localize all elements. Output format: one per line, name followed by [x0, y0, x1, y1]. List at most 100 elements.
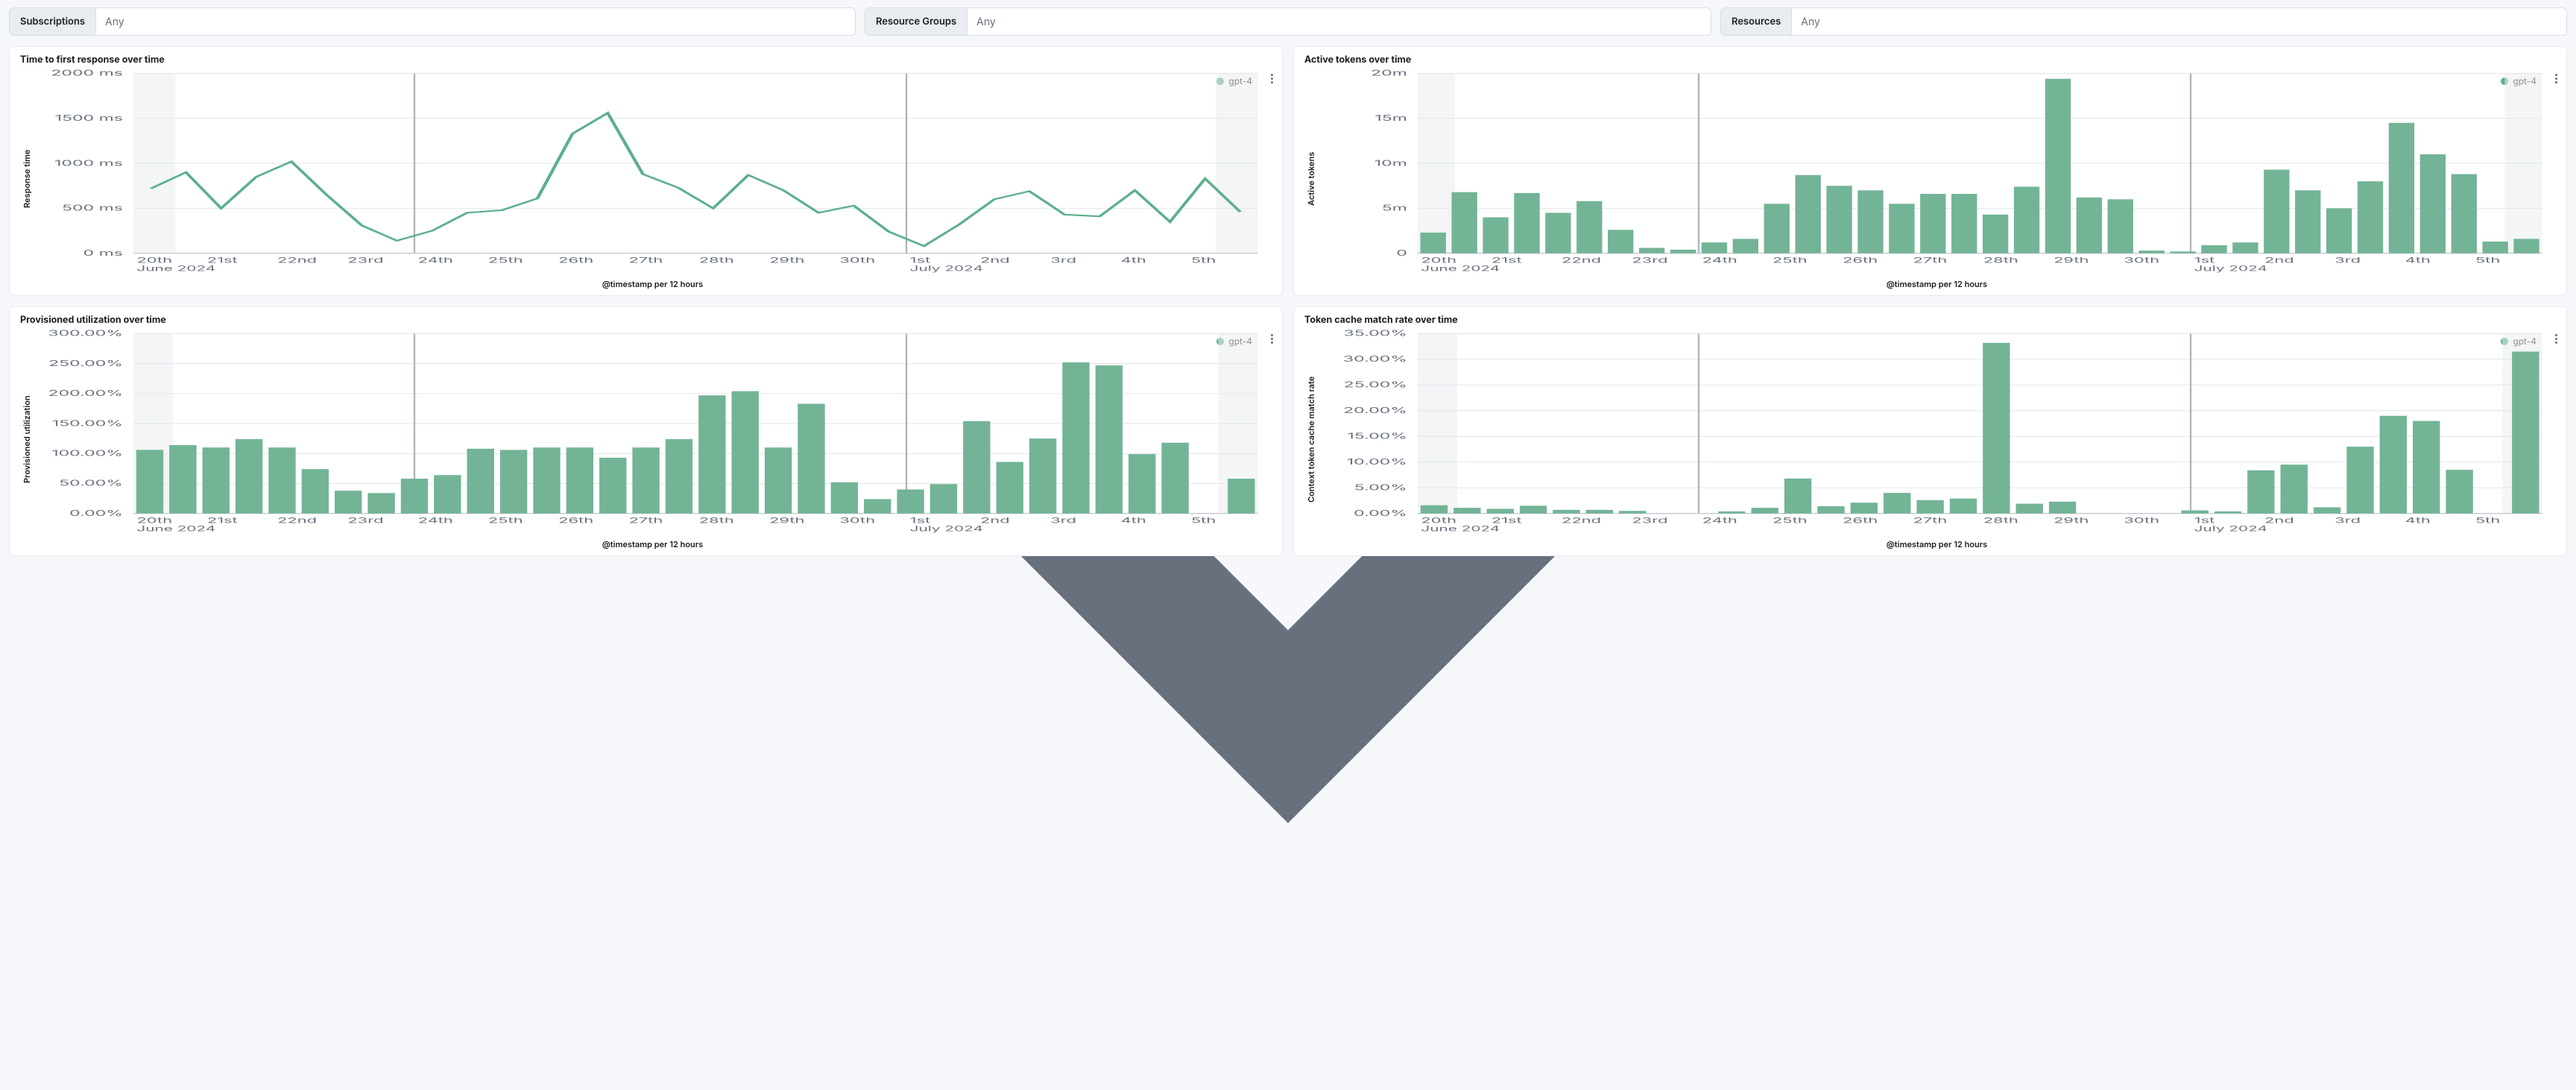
- svg-text:23rd: 23rd: [347, 256, 383, 265]
- svg-text:24th: 24th: [1702, 516, 1737, 526]
- svg-text:July 2024: July 2024: [2194, 264, 2267, 273]
- svg-text:0: 0: [1396, 248, 1407, 258]
- svg-text:22nd: 22nd: [277, 256, 317, 265]
- svg-text:3rd: 3rd: [2334, 256, 2361, 265]
- svg-text:5th: 5th: [1191, 256, 1216, 265]
- svg-text:21st: 21st: [1491, 516, 1523, 526]
- chart-svg: 0.00% 5.00% 10.00% 15.00% 20.00% 25.00% 30.00%…: [1318, 329, 2556, 538]
- svg-text:30th: 30th: [2124, 516, 2159, 526]
- svg-text:21st: 21st: [207, 256, 239, 265]
- x-axis-label: @timestamp per 12 hours: [34, 539, 1272, 549]
- svg-text:1000 ms: 1000 ms: [54, 159, 123, 168]
- svg-text:3rd: 3rd: [1050, 516, 1076, 526]
- svg-text:30th: 30th: [839, 516, 875, 526]
- svg-text:5.00%: 5.00%: [1354, 483, 1407, 493]
- svg-text:28th: 28th: [699, 516, 734, 526]
- svg-text:30.00%: 30.00%: [1343, 355, 1407, 365]
- svg-text:28th: 28th: [699, 256, 734, 265]
- svg-text:5th: 5th: [1191, 516, 1216, 526]
- svg-text:24th: 24th: [418, 256, 453, 265]
- chart-svg: 0 ms500 ms1000 ms1500 ms2000 ms20thJune …: [34, 69, 1272, 277]
- svg-text:200.00%: 200.00%: [48, 389, 123, 399]
- y-axis-label: Active tokens: [1304, 69, 1318, 289]
- svg-text:23rd: 23rd: [1632, 256, 1667, 265]
- x-axis-label: @timestamp per 12 hours: [1318, 279, 2556, 289]
- panel-title: Active tokens over time: [1304, 54, 2556, 66]
- svg-text:23rd: 23rd: [347, 516, 383, 526]
- svg-text:4th: 4th: [1121, 256, 1146, 265]
- svg-text:27th: 27th: [628, 256, 663, 265]
- svg-text:24th: 24th: [418, 516, 453, 526]
- y-axis-label: Context token cache match rate: [1304, 329, 1318, 549]
- svg-text:July 2024: July 2024: [910, 524, 983, 533]
- svg-text:28th: 28th: [1983, 516, 2018, 526]
- svg-text:30th: 30th: [2124, 256, 2159, 265]
- svg-text:15m: 15m: [1374, 113, 1407, 123]
- chart-svg: 0.00%50.00%100.00%150.00%200.00%250.00%3…: [34, 329, 1272, 538]
- svg-text:10.00%: 10.00%: [1347, 457, 1407, 467]
- svg-text:25th: 25th: [1772, 516, 1808, 526]
- svg-text:3rd: 3rd: [2334, 516, 2361, 526]
- svg-text:10m: 10m: [1374, 159, 1407, 168]
- svg-text:28th: 28th: [1983, 256, 2018, 265]
- svg-text:250.00%: 250.00%: [48, 359, 123, 368]
- svg-text:22nd: 22nd: [1562, 516, 1601, 526]
- filter-resources[interactable]: Resources Any: [1720, 7, 2567, 36]
- panel-active-tokens: Active tokens over time gpt-4 Active tok…: [1293, 46, 2567, 296]
- svg-text:29th: 29th: [2053, 516, 2089, 526]
- svg-text:24th: 24th: [1702, 256, 1737, 265]
- svg-text:21st: 21st: [1491, 256, 1523, 265]
- panel-title: Time to first response over time: [20, 54, 1272, 66]
- svg-text:20m: 20m: [1371, 69, 1407, 78]
- svg-text:4th: 4th: [1121, 516, 1146, 526]
- panel-title: Provisioned utilization over time: [20, 315, 1272, 326]
- svg-text:5m: 5m: [1382, 204, 1407, 213]
- y-axis-label: Provisioned utilization: [20, 329, 34, 549]
- svg-text:25th: 25th: [488, 516, 523, 526]
- svg-text:25th: 25th: [1772, 256, 1808, 265]
- svg-text:2nd: 2nd: [2264, 256, 2294, 265]
- svg-text:1500 ms: 1500 ms: [55, 113, 123, 123]
- svg-text:2nd: 2nd: [2264, 516, 2294, 526]
- svg-text:4th: 4th: [2405, 516, 2431, 526]
- svg-text:4th: 4th: [2405, 256, 2431, 265]
- svg-text:26th: 26th: [558, 516, 593, 526]
- svg-text:35.00%: 35.00%: [1343, 329, 1407, 338]
- svg-text:3rd: 3rd: [1050, 256, 1076, 265]
- svg-text:30th: 30th: [839, 256, 875, 265]
- svg-text:500 ms: 500 ms: [62, 204, 123, 213]
- svg-text:29th: 29th: [769, 516, 804, 526]
- svg-text:22nd: 22nd: [1562, 256, 1601, 265]
- panel-title: Token cache match rate over time: [1304, 315, 2556, 326]
- svg-text:15.00%: 15.00%: [1347, 432, 1407, 441]
- svg-text:29th: 29th: [2053, 256, 2089, 265]
- svg-text:June 2024: June 2024: [1421, 264, 1500, 273]
- svg-text:2nd: 2nd: [980, 256, 1010, 265]
- filter-bar: Subscriptions Any Resource Groups Any Re…: [9, 7, 2567, 36]
- svg-text:26th: 26th: [1843, 516, 1878, 526]
- svg-text:2nd: 2nd: [980, 516, 1010, 526]
- svg-text:29th: 29th: [769, 256, 804, 265]
- svg-text:21st: 21st: [207, 516, 239, 526]
- svg-text:50.00%: 50.00%: [59, 479, 123, 488]
- svg-text:26th: 26th: [1843, 256, 1878, 265]
- x-axis-label: @timestamp per 12 hours: [1318, 539, 2556, 549]
- svg-text:July 2024: July 2024: [910, 264, 983, 273]
- svg-text:27th: 27th: [628, 516, 663, 526]
- svg-text:0.00%: 0.00%: [1354, 508, 1407, 518]
- svg-text:300.00%: 300.00%: [48, 329, 123, 338]
- chevron-down-icon: [2545, 8, 2566, 35]
- svg-text:20.00%: 20.00%: [1343, 406, 1407, 416]
- svg-text:June 2024: June 2024: [136, 264, 215, 273]
- svg-text:5th: 5th: [2475, 516, 2500, 526]
- svg-text:July 2024: July 2024: [2194, 524, 2267, 533]
- chart-svg: 05m10m15m20m20thJune 202421st22nd23rd24t…: [1318, 69, 2556, 277]
- panel-cache-rate: Token cache match rate over time gpt-4 C…: [1293, 306, 2567, 556]
- svg-text:150.00%: 150.00%: [52, 419, 123, 429]
- x-axis-label: @timestamp per 12 hours: [34, 279, 1272, 289]
- panel-response-time: Time to first response over time gpt-4 R…: [9, 46, 1283, 296]
- y-axis-label: Response time: [20, 69, 34, 289]
- svg-text:25.00%: 25.00%: [1344, 380, 1407, 390]
- svg-text:26th: 26th: [558, 256, 593, 265]
- svg-text:June 2024: June 2024: [1421, 524, 1500, 533]
